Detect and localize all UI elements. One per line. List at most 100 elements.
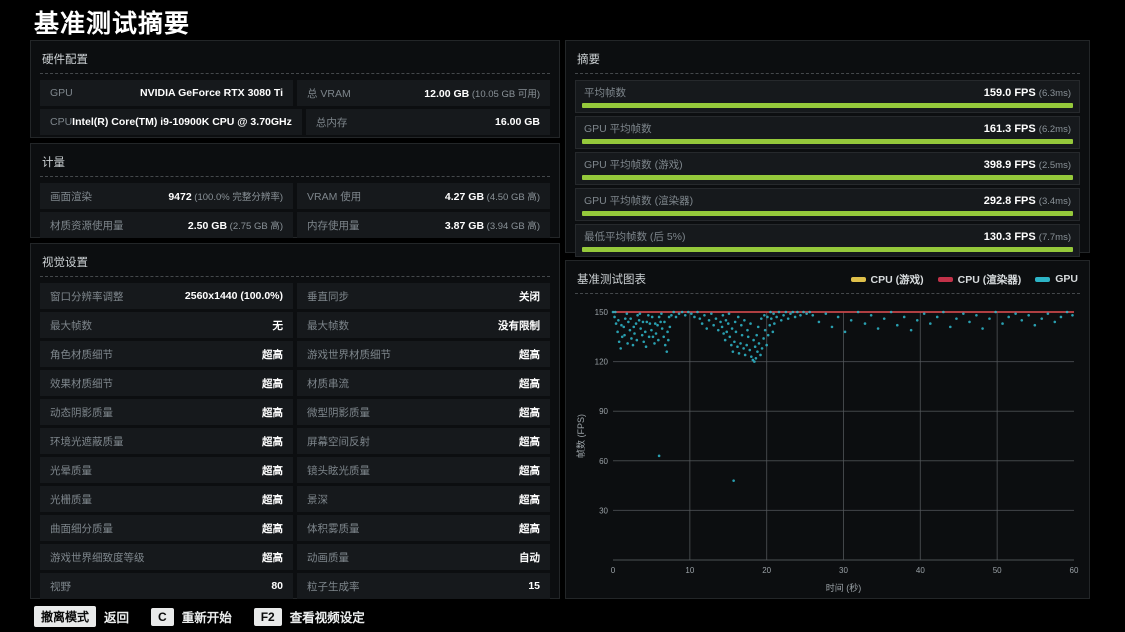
setting-value: 超高 xyxy=(262,551,283,564)
svg-text:0: 0 xyxy=(611,566,616,575)
footer-action-0[interactable]: 撤离模式 返回 xyxy=(34,606,129,627)
setting-value: 9472 (100.0% 完整分辨率) xyxy=(168,191,283,203)
setting-cell: VRAM 使用 4.27 GB (4.50 GB 高) xyxy=(297,183,550,209)
setting-cell: 视野 80 xyxy=(40,573,293,599)
visual-settings-title: 视觉设置 xyxy=(42,257,88,269)
setting-label: 粒子生成率 xyxy=(307,580,360,593)
summary-row: GPU 平均帧数 161.3 FPS (6.2ms) xyxy=(575,116,1080,149)
setting-cell: 效果材质细节 超高 xyxy=(40,370,293,396)
setting-value: 超高 xyxy=(519,522,540,535)
svg-text:30: 30 xyxy=(599,506,608,515)
chart-legend: CPU (游戏) CPU (渲染器) GPU xyxy=(850,272,1078,287)
setting-label: 光栅质量 xyxy=(50,493,92,506)
x-axis-label: 时间 (秒) xyxy=(826,582,862,593)
setting-value: 超高 xyxy=(262,435,283,448)
setting-row: 环境光遮蔽质量 超高 屏幕空间反射 超高 xyxy=(40,428,550,454)
setting-value: 2560x1440 (100.0%) xyxy=(184,290,283,302)
metrics-rows: 画面渲染 9472 (100.0% 完整分辨率) VRAM 使用 4.27 GB (4… xyxy=(40,183,550,238)
footer-action-2[interactable]: F2 查看视频设定 xyxy=(253,607,365,626)
setting-cell: 动态阴影质量 超高 xyxy=(40,399,293,425)
fps-bar xyxy=(582,175,1073,180)
setting-value: 超高 xyxy=(519,377,540,390)
setting-value: 3.87 GB (3.94 GB 高) xyxy=(444,220,540,232)
setting-cell: 游戏世界材质细节 超高 xyxy=(297,341,550,367)
setting-row: 角色材质细节 超高 游戏世界材质细节 超高 xyxy=(40,341,550,367)
summary-title: 摘要 xyxy=(577,54,600,66)
benchmark-chart-title: 基准测试图表 xyxy=(577,274,646,286)
summary-row: 平均帧数 159.0 FPS (6.3ms) xyxy=(575,80,1080,113)
benchmark-chart: 30 60 90 120 150 0 10 20 30 40 50 60 时间 (秒) 帧数 (FPS) xyxy=(575,300,1080,605)
metrics-title: 计量 xyxy=(42,157,65,169)
legend-label: GPU xyxy=(1055,273,1078,285)
setting-note: (3.94 GB 高) xyxy=(484,221,540,232)
setting-label: 垂直同步 xyxy=(307,290,349,303)
benchmark-summary-screen: 基准测试摘要 硬件配置 GPU NVIDIA GeForce RTX 3080 T… xyxy=(0,0,1125,632)
setting-cell: 曲面细分质量 超高 xyxy=(40,515,293,541)
setting-value: 4.27 GB (4.50 GB 高) xyxy=(444,191,540,203)
legend-swatch-icon xyxy=(937,276,953,282)
setting-cell: 角色材质细节 超高 xyxy=(40,341,293,367)
setting-label: 最大帧数 xyxy=(50,319,92,332)
setting-cell: 光栅质量 超高 xyxy=(40,486,293,512)
summary-value: 292.8 FPS (3.4ms) xyxy=(983,194,1071,207)
setting-cell: 游戏世界细致度等级 超高 xyxy=(40,544,293,570)
setting-value: 超高 xyxy=(262,377,283,390)
setting-value: 16.00 GB xyxy=(495,116,540,128)
setting-cell: 体积雾质量 超高 xyxy=(297,515,550,541)
svg-text:30: 30 xyxy=(839,566,848,575)
setting-cell: 粒子生成率 15 xyxy=(297,573,550,599)
svg-text:150: 150 xyxy=(595,308,609,317)
setting-label: 动态阴影质量 xyxy=(50,406,113,419)
setting-row: 光栅质量 超高 景深 超高 xyxy=(40,486,550,512)
setting-cell: 材质资源使用量 2.50 GB (2.75 GB 高) xyxy=(40,212,293,238)
svg-text:40: 40 xyxy=(916,566,925,575)
setting-row: 最大帧数 无 最大帧数 没有限制 xyxy=(40,312,550,338)
keycap[interactable]: 撤离模式 xyxy=(34,606,97,627)
setting-value: 超高 xyxy=(262,464,283,477)
setting-label: 游戏世界细致度等级 xyxy=(50,551,145,564)
svg-text:90: 90 xyxy=(599,407,608,416)
footer-action-1[interactable]: C 重新开始 xyxy=(151,607,232,626)
setting-row: 效果材质细节 超高 材质串流 超高 xyxy=(40,370,550,396)
setting-note: (10.05 GB 可用) xyxy=(469,89,540,100)
setting-value: 超高 xyxy=(519,406,540,419)
setting-row: 光晕质量 超高 镜头眩光质量 超高 xyxy=(40,457,550,483)
summary-label: 最低平均帧数 (后 5%) xyxy=(584,231,686,243)
setting-value: 超高 xyxy=(262,406,283,419)
setting-cell: 内存使用量 3.87 GB (3.94 GB 高) xyxy=(297,212,550,238)
summary-note: (6.2ms) xyxy=(1038,123,1071,135)
y-axis-label: 帧数 (FPS) xyxy=(575,414,586,458)
keycap[interactable]: C xyxy=(151,607,174,626)
setting-row: GPU NVIDIA GeForce RTX 3080 Ti 总 VRAM 12.00… xyxy=(40,80,550,106)
setting-label: 画面渲染 xyxy=(50,190,92,203)
setting-label: 视野 xyxy=(50,580,71,593)
summary-label: GPU 平均帧数 xyxy=(584,123,652,135)
setting-label: 材质串流 xyxy=(307,377,349,390)
summary-value: 161.3 FPS (6.2ms) xyxy=(983,122,1071,135)
setting-cell: 镜头眩光质量 超高 xyxy=(297,457,550,483)
setting-value: Intel(R) Core(TM) i9-10900K CPU @ 3.70GH… xyxy=(72,116,292,128)
svg-text:20: 20 xyxy=(762,566,771,575)
footer-hotkey-bar: 撤离模式 返回 C 重新开始 F2 查看视频设定 xyxy=(34,606,365,627)
keycap[interactable]: F2 xyxy=(253,607,282,626)
setting-label: 效果材质细节 xyxy=(50,377,113,390)
hotkey-label: 重新开始 xyxy=(181,611,232,625)
setting-row: 窗口分辨率调整 2560x1440 (100.0%) 垂直同步 关闭 xyxy=(40,283,550,309)
hardware-config-title: 硬件配置 xyxy=(42,54,88,66)
setting-value: 12.00 GB (10.05 GB 可用) xyxy=(424,88,540,100)
hardware-config-rows: GPU NVIDIA GeForce RTX 3080 Ti 总 VRAM 12.00… xyxy=(40,80,550,135)
summary-note: (7.7ms) xyxy=(1038,231,1071,243)
setting-cell: 总内存 16.00 GB xyxy=(305,109,550,135)
setting-value: 超高 xyxy=(519,435,540,448)
setting-cell: 最大帧数 无 xyxy=(40,312,293,338)
setting-cell: 动画质量 自动 xyxy=(297,544,550,570)
setting-row: 游戏世界细致度等级 超高 动画质量 自动 xyxy=(40,544,550,570)
setting-cell: 最大帧数 没有限制 xyxy=(297,312,550,338)
legend-swatch-icon xyxy=(1035,276,1051,282)
svg-text:120: 120 xyxy=(595,358,609,367)
summary-value: 398.9 FPS (2.5ms) xyxy=(983,158,1071,171)
setting-label: 动画质量 xyxy=(307,551,349,564)
setting-label: 光晕质量 xyxy=(50,464,92,477)
setting-cell: CPU Intel(R) Core(TM) i9-10900K CPU @ 3.7… xyxy=(40,109,302,135)
summary-note: (2.5ms) xyxy=(1038,159,1071,171)
